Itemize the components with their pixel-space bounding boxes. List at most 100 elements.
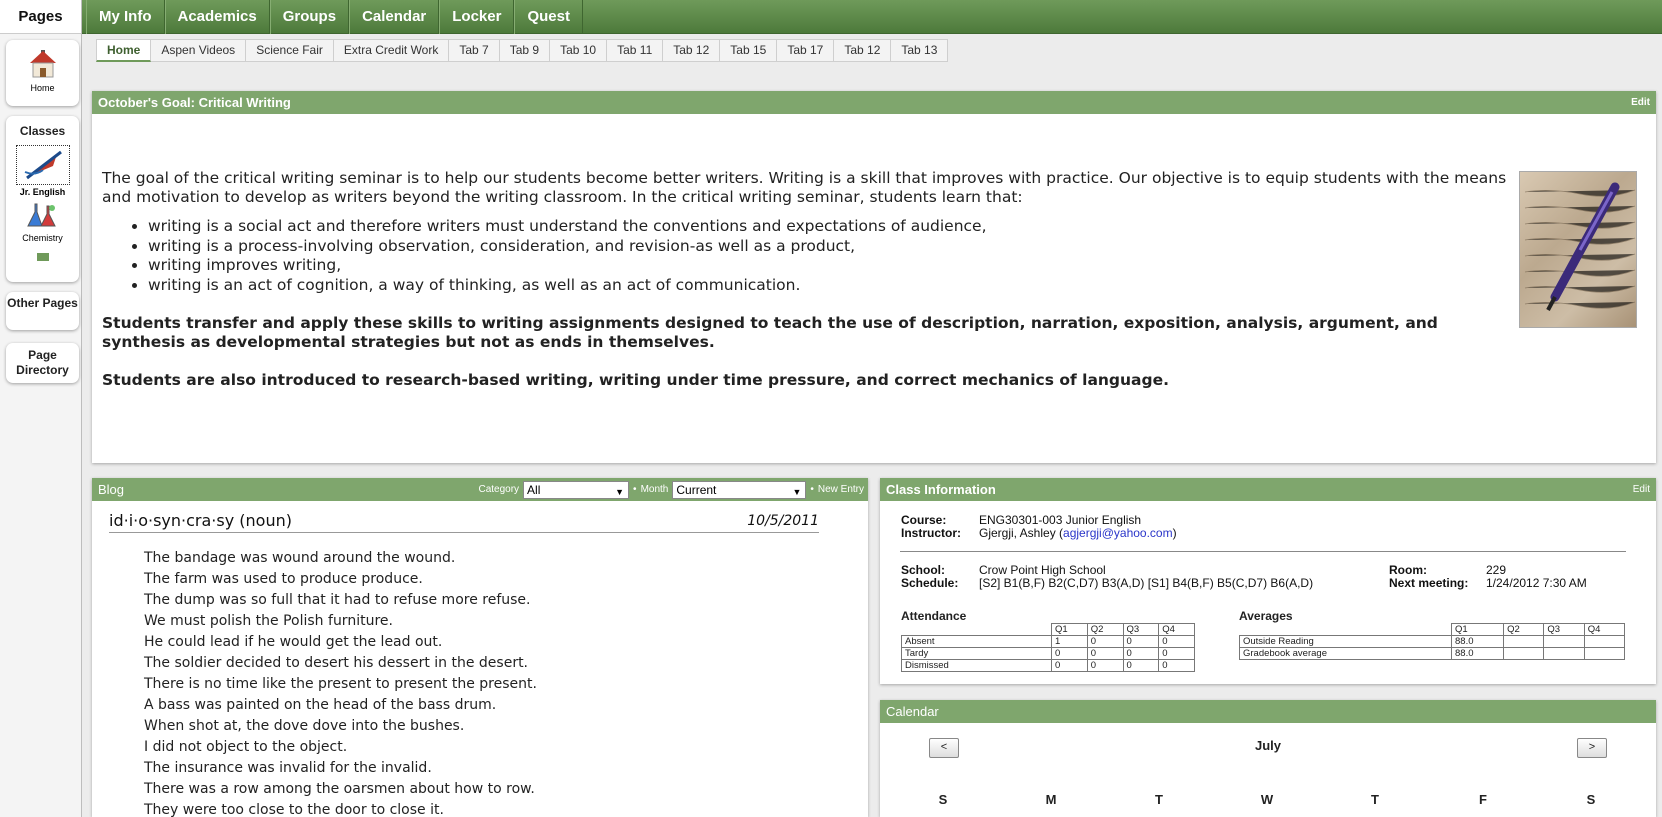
goal-paragraph-2: Students transfer and apply these skills… — [102, 314, 1438, 351]
class-item-chemistry[interactable]: Chemistry — [16, 200, 70, 243]
table-cell — [1583, 635, 1626, 648]
table-cell: 0 — [1051, 647, 1088, 660]
goal-edit-link[interactable]: Edit — [1631, 91, 1650, 114]
class-label-jr-english: Jr. English — [19, 187, 66, 197]
chevron-down-icon: ▼ — [792, 486, 802, 497]
class-item-jr-english[interactable]: Jr. English — [15, 145, 70, 197]
list-item: There is no time like the present to pre… — [144, 676, 537, 692]
tab-12b[interactable]: Tab 12 — [834, 39, 892, 62]
table-cell: 0 — [1086, 635, 1124, 648]
category-select[interactable]: All ▼ — [523, 480, 630, 499]
list-item: The insurance was invalid for the invali… — [144, 760, 432, 776]
class-info-header: Class Information Edit — [880, 478, 1656, 501]
tab-17[interactable]: Tab 17 — [777, 39, 835, 62]
list-item: writing is a process-involving observati… — [148, 237, 1512, 257]
list-item: The dump was so full that it had to refu… — [144, 592, 531, 608]
list-item: There was a row among the oarsmen about … — [144, 781, 535, 797]
course-row: Course: ENG30301-003 Junior English — [901, 513, 1141, 527]
next-meeting-row: Next meeting: 1/24/2012 7:30 AM — [1389, 576, 1587, 590]
table-cell: Dismissed — [901, 659, 1052, 672]
next-month-button[interactable]: > — [1577, 738, 1607, 758]
pager-dot[interactable] — [36, 253, 49, 261]
goal-paragraph-3: Students are also introduced to research… — [102, 371, 1170, 389]
table-cell — [1583, 647, 1626, 660]
home-page-button[interactable]: Home — [6, 40, 79, 106]
nav-academics[interactable]: Academics — [164, 0, 270, 34]
room-label: Room: — [1389, 563, 1427, 577]
blog-filters: Category All ▼ • Month Current ▼ • New E… — [478, 480, 864, 499]
list-item: When shot at, the dove dove into the bus… — [144, 718, 465, 734]
page-directory-button[interactable]: Page Directory — [6, 343, 79, 383]
course-label: Course: — [901, 513, 947, 527]
tab-home[interactable]: Home — [96, 39, 152, 62]
list-item: He could lead if he would get the lead o… — [144, 634, 443, 650]
instructor-close: ) — [1172, 526, 1177, 540]
nav-locker[interactable]: Locker — [439, 0, 515, 34]
class-info-title: Class Information — [886, 482, 996, 497]
table-cell: 0 — [1158, 659, 1195, 672]
table-header: Q1 — [1051, 623, 1088, 636]
blog-entry-date: 10/5/2011 — [747, 513, 819, 529]
divider — [900, 551, 1626, 552]
chevron-down-icon: ▼ — [615, 486, 625, 497]
goal-intro: The goal of the critical writing seminar… — [102, 169, 1507, 206]
instructor-email-link[interactable]: agjergji@yahoo.com — [1063, 526, 1173, 540]
nav-my-info[interactable]: My Info — [86, 0, 165, 34]
list-item: The soldier decided to desert his desser… — [144, 655, 529, 671]
tab-11[interactable]: Tab 11 — [607, 39, 664, 62]
weekday-header: W — [1260, 792, 1274, 807]
class-label-chemistry: Chemistry — [22, 233, 63, 243]
nav-calendar[interactable]: Calendar — [349, 0, 440, 34]
table-cell: 88.0 — [1450, 647, 1505, 660]
tab-7[interactable]: Tab 7 — [449, 39, 500, 62]
top-navigation: My Info Academics Groups Calendar Locker… — [82, 0, 1662, 34]
other-pages-button[interactable]: Other Pages — [6, 292, 79, 330]
class-info-panel: Class Information Edit Course: ENG30301-0… — [880, 478, 1656, 684]
tab-extra-credit-work[interactable]: Extra Credit Work — [333, 39, 450, 62]
course-value: ENG30301-003 Junior English — [979, 513, 1142, 527]
month-value: Current — [676, 482, 717, 497]
tab-aspen-videos[interactable]: Aspen Videos — [151, 39, 247, 62]
quill-icon — [15, 145, 70, 185]
table-header: Q2 — [1086, 623, 1124, 636]
table-cell: 0 — [1051, 659, 1088, 672]
table-cell: 1 — [1051, 635, 1088, 648]
room-value: 229 — [1486, 563, 1507, 577]
list-item: The bandage was wound around the wound. — [144, 550, 456, 566]
tab-13[interactable]: Tab 13 — [891, 39, 949, 62]
pages-sidebar: Pages Home Classes Jr. English Chemistry… — [0, 0, 82, 817]
nav-groups[interactable]: Groups — [269, 0, 350, 34]
school-row: School: Crow Point High School — [901, 563, 1106, 577]
table-cell — [1543, 647, 1585, 660]
home-label: Home — [30, 83, 55, 93]
month-select[interactable]: Current ▼ — [672, 480, 807, 499]
tab-15[interactable]: Tab 15 — [720, 39, 778, 62]
goal-title: October's Goal: Critical Writing — [98, 95, 291, 110]
tab-science-fair[interactable]: Science Fair — [246, 39, 334, 62]
next-meeting-value: 1/24/2012 7:30 AM — [1486, 576, 1587, 590]
tab-10[interactable]: Tab 10 — [550, 39, 608, 62]
schedule-row: Schedule: [S2] B1(B,F) B2(C,D7) B3(A,D) [… — [901, 576, 1313, 590]
goal-body: The goal of the critical writing seminar… — [102, 169, 1512, 390]
new-entry-link[interactable]: New Entry — [818, 478, 864, 501]
list-item: I did not object to the object. — [144, 739, 348, 755]
tab-9[interactable]: Tab 9 — [499, 39, 551, 62]
nav-quest[interactable]: Quest — [514, 0, 583, 34]
blog-entry-title-row: id·i·o·syn·cra·sy (noun) 10/5/2011 — [109, 511, 819, 533]
list-item: We must polish the Polish furniture. — [144, 613, 393, 629]
weekday-header: M — [1045, 792, 1057, 807]
weekday-header: S — [938, 792, 948, 807]
list-item: writing is an act of cognition, a way of… — [148, 276, 1512, 296]
month-label: Month — [640, 484, 669, 495]
schedule-value: [S2] B1(B,F) B2(C,D7) B3(A,D) [S1] B4(B,… — [979, 576, 1314, 590]
tab-12[interactable]: Tab 12 — [663, 39, 721, 62]
bullet-separator: • — [810, 484, 814, 495]
flask-icon — [26, 203, 56, 227]
table-row: Dismissed 0 0 0 0 — [901, 659, 1195, 672]
goal-bullets: writing is a social act and therefore wr… — [148, 217, 1512, 295]
calendar-panel: Calendar < July > S M T W T F S — [880, 700, 1656, 817]
goal-panel: October's Goal: Critical Writing Edit Th… — [92, 91, 1656, 463]
table-cell — [1503, 635, 1545, 648]
table-cell — [1503, 647, 1545, 660]
class-info-edit-link[interactable]: Edit — [1633, 478, 1650, 501]
